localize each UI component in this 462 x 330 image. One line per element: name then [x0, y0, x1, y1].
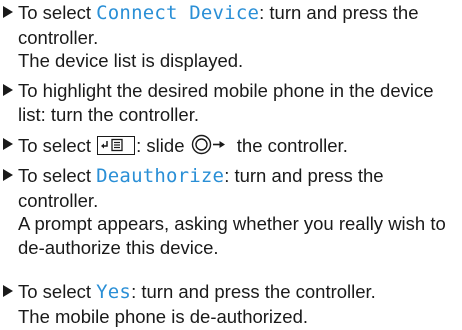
- step-suffix: the controller.: [231, 135, 348, 156]
- step-text: To highlight the desired mobile phone in…: [18, 80, 434, 125]
- step-text: To select Deauthorize: turn and press th…: [18, 164, 460, 259]
- step-middle: : slide: [136, 135, 190, 156]
- instruction-list: To select Connect Device : turn and press…: [0, 0, 462, 330]
- step-prefix: To select: [18, 2, 97, 23]
- step-result: The mobile phone is de-authorized.: [18, 305, 309, 327]
- step-result: The device list is displayed.: [18, 50, 244, 71]
- bullet-arrow-icon: [3, 285, 13, 297]
- bullet-arrow-icon: [3, 84, 13, 96]
- step-result: A prompt appears, asking whether you rea…: [18, 213, 446, 258]
- controller-slide-right-icon: [191, 134, 231, 161]
- menu-item-yes: Yes: [96, 281, 132, 303]
- step-text: To select Connect Device: turn and press…: [18, 1, 460, 73]
- step-prefix: To select: [18, 165, 97, 186]
- menu-item-deauthorize: Deauthorize: [96, 165, 225, 187]
- bullet-arrow-icon: [3, 138, 13, 150]
- menu-item-connect-device: Connect Device: [96, 2, 260, 24]
- step-suffix: : turn and press the controller.: [131, 281, 376, 302]
- menu-back-icon: [97, 136, 136, 155]
- step-text: To select Yes: turn and press the contro…: [18, 280, 460, 328]
- step-prefix: To select: [18, 135, 97, 156]
- bullet-arrow-icon: [3, 6, 13, 18]
- bullet-arrow-icon: [3, 169, 13, 181]
- step-text: To select : slide the controller.: [18, 133, 460, 161]
- step-prefix: To select: [18, 281, 97, 302]
